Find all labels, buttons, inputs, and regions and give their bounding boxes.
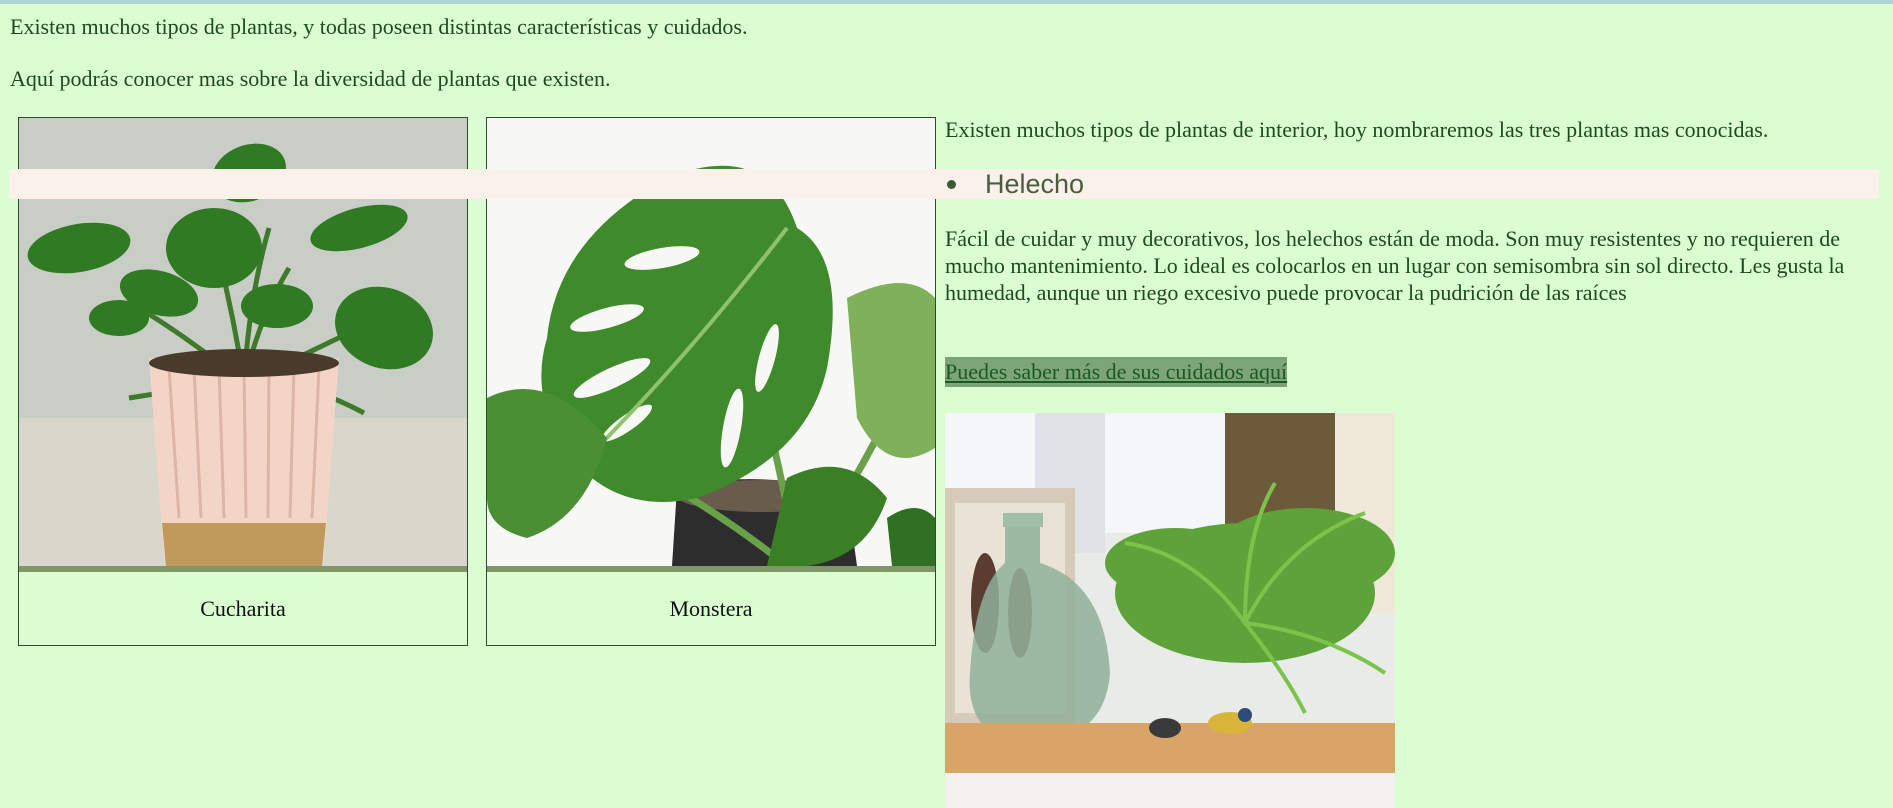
plant-caption: Cucharita: [200, 596, 286, 621]
plant-info-column: Existen muchos tipos de plantas de inter…: [9, 117, 1885, 808]
window-top-border: [0, 0, 1893, 4]
helecho-description: Fácil de cuidar y muy decorativos, los h…: [945, 226, 1845, 305]
list-item-label: Helecho: [985, 168, 1085, 199]
intro-paragraph-1: Existen muchos tipos de plantas, y todas…: [10, 14, 748, 39]
plant-caption: Monstera: [669, 596, 753, 621]
list-item-highlight: [9, 169, 1879, 199]
helecho-photo: [945, 413, 1395, 808]
list-item-helecho: Helecho: [945, 169, 1084, 199]
intro-paragraph-2: Aquí podrás conocer mas sobre la diversi…: [10, 66, 611, 91]
bullet-icon: [947, 179, 956, 189]
care-info-link[interactable]: Puedes saber más de sus cuidados aquí: [945, 357, 1288, 387]
plants-lead-text: Existen muchos tipos de plantas de inter…: [945, 117, 1769, 142]
